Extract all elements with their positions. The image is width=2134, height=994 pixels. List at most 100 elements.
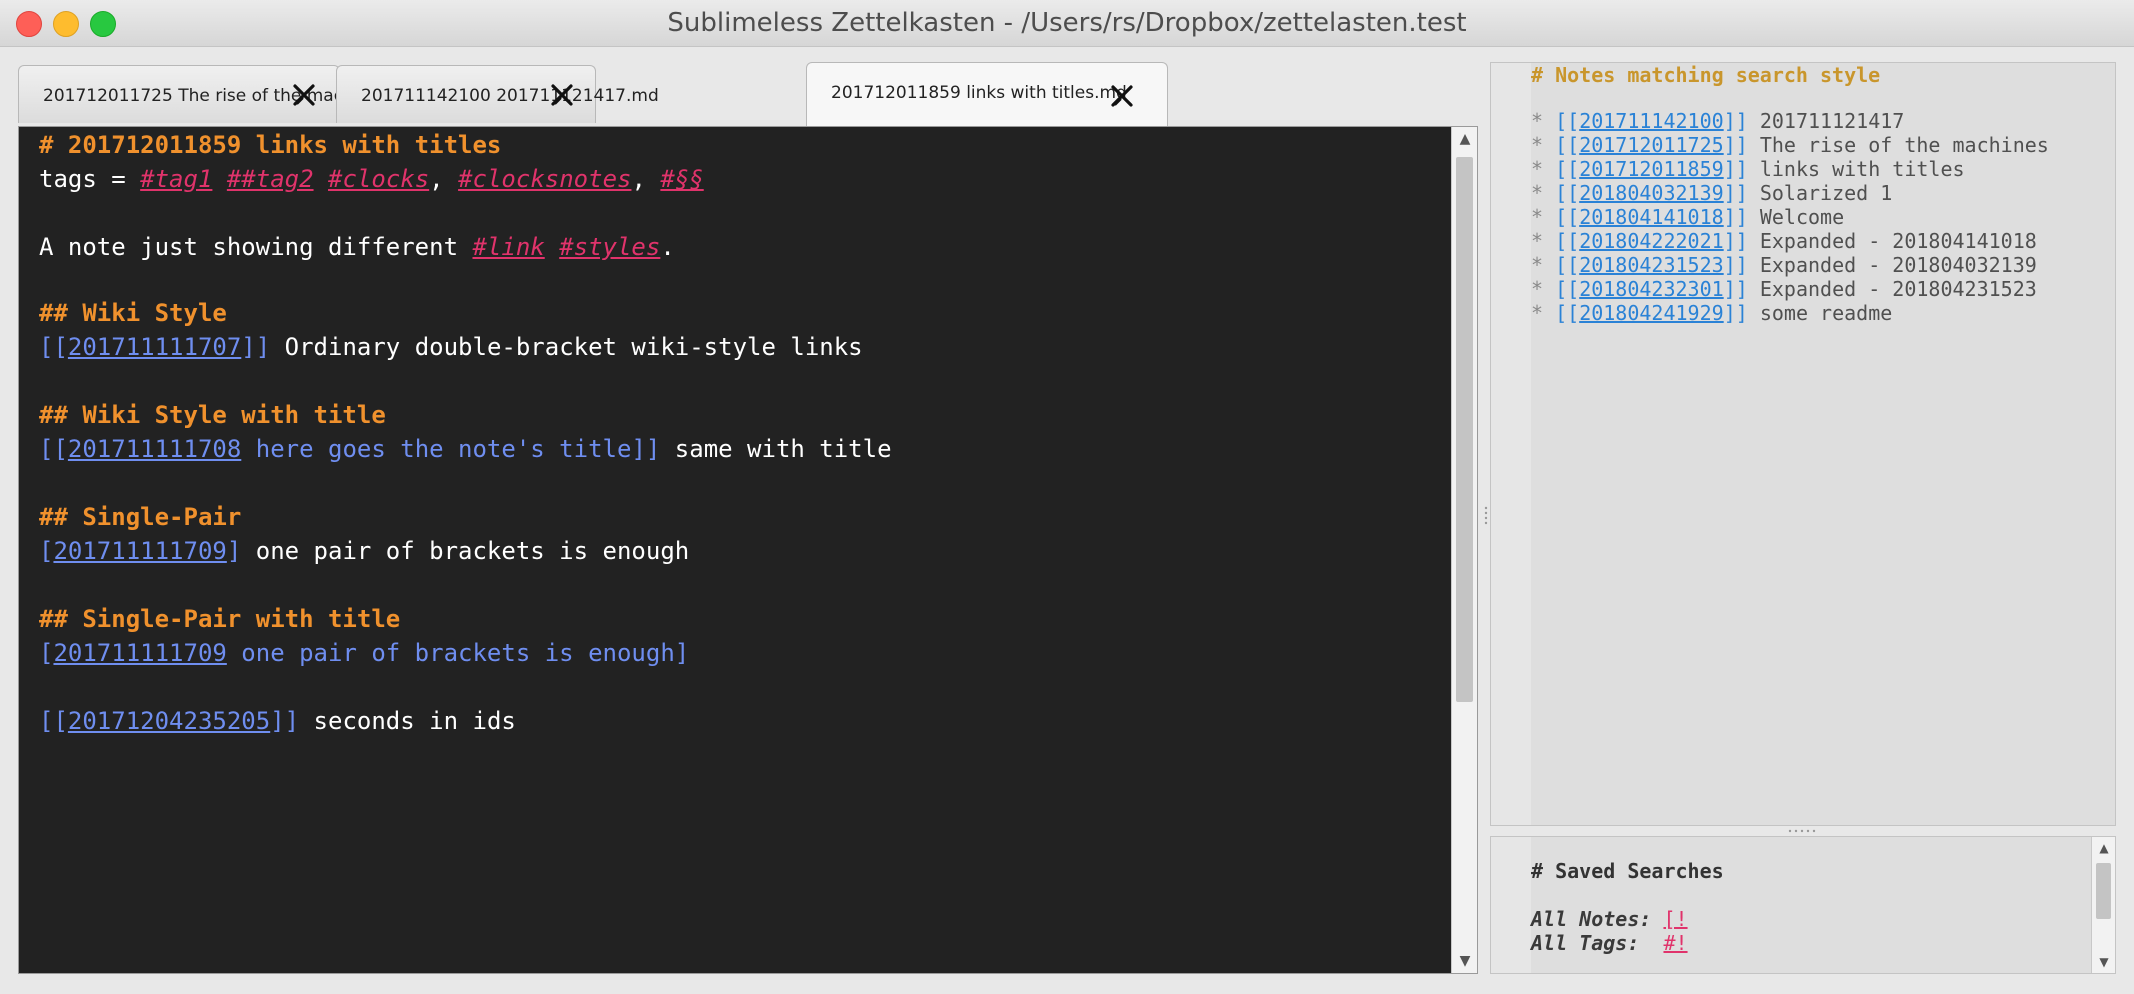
- scroll-up-icon[interactable]: ▲: [1452, 127, 1477, 151]
- result-note-link[interactable]: 201804141018: [1579, 205, 1724, 229]
- note-heading: # 201712011859 links with titles: [39, 131, 502, 159]
- tag-link[interactable]: #clocks: [328, 165, 429, 193]
- result-title: The rise of the machines: [1759, 133, 2049, 157]
- saved-search-item: All Notes: [!: [1531, 907, 1688, 931]
- bracket-close: ]: [226, 537, 242, 565]
- saved-search-item: All Tags: #!: [1531, 931, 1688, 955]
- search-result-item: * [[201804222021]] Expanded - 2018041410…: [1531, 229, 2037, 253]
- result-note-link[interactable]: 201804232301: [1579, 277, 1724, 301]
- result-note-link[interactable]: 201712011725: [1579, 133, 1724, 157]
- bullet-marker: *: [1531, 181, 1556, 205]
- tab-201711142100[interactable]: 201711142100 201711121417.md: [336, 65, 659, 123]
- result-title: Welcome: [1759, 205, 1845, 229]
- bracket-open: [[: [1555, 181, 1580, 205]
- wiki-link-line: [[20171204235205]] seconds in ids: [39, 707, 516, 735]
- result-note-link[interactable]: 201804241929: [1579, 301, 1724, 325]
- result-note-link[interactable]: 201804222021: [1579, 229, 1724, 253]
- scroll-up-icon[interactable]: ▲: [2092, 837, 2115, 859]
- bracket-close: ]]: [1723, 157, 1748, 181]
- result-title: Expanded - 201804032139: [1759, 253, 2037, 277]
- saved-searches-scrollbar[interactable]: ▲ ▼: [2091, 837, 2115, 973]
- bracket-open: [[: [39, 707, 68, 735]
- note-link[interactable]: 201711111709: [53, 639, 226, 667]
- search-result-item: * [[201804032139]] Solarized 1: [1531, 181, 1892, 205]
- bracket-open: [[: [1555, 229, 1580, 253]
- tag-link[interactable]: #styles: [559, 233, 660, 261]
- result-title: Expanded - 201804141018: [1759, 229, 2037, 253]
- bullet-marker: *: [1531, 277, 1556, 301]
- note-link[interactable]: 201711111708: [68, 435, 241, 463]
- tab-links-with-titles[interactable]: 201712011859 links with titles.md: [806, 62, 1168, 126]
- bracket-close: ]]: [1723, 181, 1748, 205]
- saved-searches-panel[interactable]: # Saved Searches All Notes: [! All Tags:…: [1490, 836, 2116, 974]
- tag-link[interactable]: #link: [472, 233, 544, 261]
- section-heading: ## Wiki Style: [39, 299, 227, 327]
- search-result-item: * [[201712011725]] The rise of the machi…: [1531, 133, 2049, 157]
- tab-rise-of-machines[interactable]: 201712011725 The rise of the machines.md: [18, 65, 421, 123]
- bracket-open: [[: [39, 435, 68, 463]
- description-suffix: .: [660, 233, 675, 261]
- tab-label: 201711142100 201711121417.md: [361, 86, 659, 106]
- bullet-marker: *: [1531, 253, 1556, 277]
- editor-pane[interactable]: # 201712011859 links with titles tags = …: [18, 126, 1478, 974]
- vertical-splitter-handle[interactable]: [1484, 505, 1488, 525]
- result-note-link[interactable]: 201711142100: [1579, 109, 1724, 133]
- bullet-marker: *: [1531, 205, 1556, 229]
- result-title: links with titles: [1759, 157, 1965, 181]
- tag-link[interactable]: #clocksnotes: [458, 165, 631, 193]
- tag-link[interactable]: ##tag2: [227, 165, 314, 193]
- bracket-close: ]]: [1723, 133, 1748, 157]
- pin-close-icon[interactable]: [549, 82, 575, 108]
- search-results-panel[interactable]: # Notes matching search style * [[201711…: [1490, 62, 2116, 826]
- saved-search-link[interactable]: [!: [1663, 907, 1687, 931]
- bracket-open: [[: [1555, 109, 1580, 133]
- bracket-close: ]]: [1723, 277, 1748, 301]
- pin-close-icon[interactable]: [1109, 83, 1135, 109]
- result-note-link[interactable]: 201712011859: [1579, 157, 1724, 181]
- pin-close-icon[interactable]: [291, 82, 317, 108]
- bracket-close: ]]: [631, 435, 661, 463]
- note-description: A note just showing different #link #sty…: [39, 233, 675, 261]
- result-note-link[interactable]: 201804231523: [1579, 253, 1724, 277]
- link-description: one pair of brackets is enough: [241, 537, 690, 565]
- result-note-link[interactable]: 201804032139: [1579, 181, 1724, 205]
- section-heading: ## Wiki Style with title: [39, 401, 386, 429]
- scroll-down-icon[interactable]: ▼: [1452, 949, 1477, 973]
- scroll-thumb[interactable]: [2096, 863, 2111, 919]
- saved-search-link[interactable]: #!: [1663, 931, 1687, 955]
- panel-gutter: [1491, 837, 1531, 973]
- result-title: Expanded - 201804231523: [1759, 277, 2037, 301]
- bracket-open: [[: [1555, 205, 1580, 229]
- editor-scrollbar[interactable]: ▲ ▼: [1451, 127, 1477, 973]
- bracket-open: [[: [1555, 133, 1580, 157]
- result-title: 201711121417: [1759, 109, 1905, 133]
- search-result-item: * [[201712011859]] links with titles: [1531, 157, 1965, 181]
- single-link-line: [201711111709] one pair of brackets is e…: [39, 537, 689, 565]
- panel-gutter: [1491, 63, 1531, 825]
- tags-prefix: tags =: [39, 165, 141, 193]
- link-description: same with title: [660, 435, 892, 463]
- search-result-item: * [[201804231523]] Expanded - 2018040321…: [1531, 253, 2037, 277]
- tag-link[interactable]: #§§: [660, 165, 703, 193]
- link-title: here goes the note's title: [241, 435, 632, 463]
- window-title: Sublimeless Zettelkasten - /Users/rs/Dro…: [667, 8, 1467, 38]
- search-heading: # Notes matching search style: [1531, 63, 1881, 87]
- scroll-thumb[interactable]: [1456, 157, 1473, 702]
- link-title: one pair of brackets is enough: [226, 639, 675, 667]
- note-link[interactable]: 201711111709: [53, 537, 226, 565]
- horizontal-splitter-handle[interactable]: [1490, 826, 2116, 836]
- note-link[interactable]: 201711111707: [68, 333, 241, 361]
- result-title: Solarized 1: [1759, 181, 1893, 205]
- bracket-close: ]: [674, 639, 690, 667]
- bracket-open: [[: [1555, 253, 1580, 277]
- tab-label: 201712011859 links with titles.md: [831, 83, 1127, 103]
- scroll-down-icon[interactable]: ▼: [2092, 951, 2115, 973]
- note-link[interactable]: 20171204235205: [68, 707, 270, 735]
- tag-link[interactable]: #tag1: [140, 165, 212, 193]
